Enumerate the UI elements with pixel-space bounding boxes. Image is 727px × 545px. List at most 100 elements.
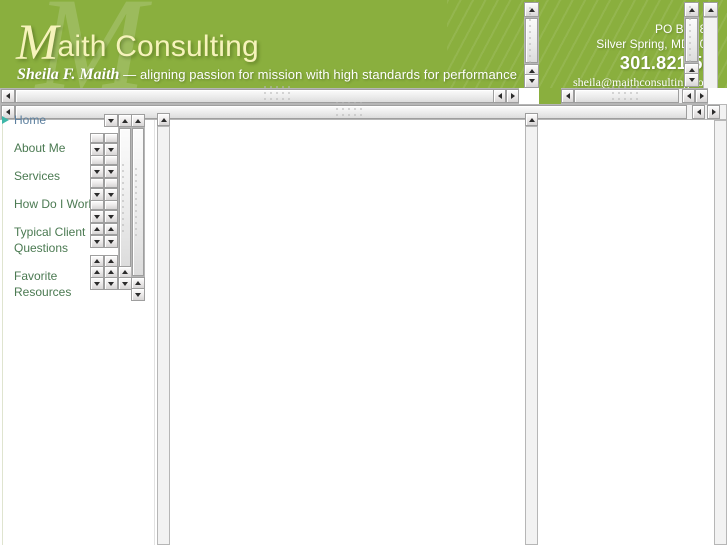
scroll-track-banner-3[interactable] [703,17,718,89]
scroll-track-main-center[interactable] [525,126,538,545]
scroll-thumb-c[interactable] [119,128,131,268]
scroll-thumb-horizontal-top-1[interactable] [15,86,543,106]
scroll-track-d[interactable] [131,127,145,277]
chevron-down-icon [108,214,114,219]
chevron-down-icon [94,147,100,152]
chevron-up-icon [160,117,167,122]
chevron-left-icon [6,93,10,99]
scroll-up-button-banner-5[interactable] [703,2,718,17]
scroll-spacer-button-a4[interactable] [90,200,104,210]
grip-dots-icon [120,162,130,234]
scroll-up-button-b6[interactable] [104,223,118,235]
chevron-up-icon [108,259,114,263]
scroll-down-button-a5[interactable] [90,235,104,248]
chevron-up-icon [108,227,114,231]
scroll-left-button-top-3[interactable] [561,89,574,103]
scroll-up-button-main-left[interactable] [157,113,170,126]
scroll-up-button-main-center[interactable] [525,113,538,126]
scroll-down-button-b3[interactable] [104,165,118,178]
chevron-up-icon [94,259,100,263]
chevron-up-icon [122,118,128,123]
sidebar-item-label: About Me [14,141,66,155]
sidebar-item-label: Typical Client Questions [14,225,86,255]
chevron-up-icon [528,117,535,122]
scroll-track-banner-2[interactable] [684,6,699,74]
chevron-down-icon [94,169,100,174]
scroll-down-button-b5[interactable] [104,210,118,223]
scroll-down-button-b6[interactable] [104,235,118,248]
sidebar-column-divider [154,120,155,545]
chevron-down-icon [135,292,141,297]
scroll-right-button-top-1[interactable] [506,89,519,103]
chevron-down-icon [528,79,535,83]
scroll-down-button-b1[interactable] [104,114,118,127]
scroll-spacer-button-a3[interactable] [90,178,104,188]
scroll-gap-filler-1 [519,88,539,104]
triangle-bullet-icon [2,116,9,124]
grip-dots-icon [133,166,143,238]
chevron-down-icon [688,78,695,82]
scroll-gap-filler-green [539,88,561,104]
scroll-left-button-top-1[interactable] [1,89,15,103]
scroll-down-button-banner-1[interactable] [524,74,539,88]
scroll-right-button-bottom-2[interactable] [707,105,720,119]
scroll-gap-filler-2 [708,88,727,104]
scroll-down-button-c1[interactable] [118,277,132,290]
chevron-right-icon [510,93,515,99]
scroll-down-button-banner-2[interactable] [684,73,699,87]
sidebar-item-typical-client-questions[interactable]: Typical Client Questions [0,224,98,256]
chevron-left-icon [686,93,691,99]
tagline-description: — aligning passion for mission with high… [119,67,518,82]
chevron-up-icon [108,270,114,274]
chevron-down-icon [94,239,100,244]
sidebar-item-label: Favorite Resources [14,269,72,299]
chevron-right-icon [711,109,716,115]
chevron-up-icon [94,270,100,274]
scroll-spacer-button-b4[interactable] [104,200,118,210]
chevron-left-icon [696,109,701,115]
scroll-track-c[interactable] [118,127,132,269]
chevron-up-icon [135,118,141,123]
chevron-left-icon [565,93,570,99]
scroll-down-button-b7[interactable] [104,277,118,290]
scroll-spacer-button-b2[interactable] [104,155,118,165]
sidebar-item-label: Services [14,169,61,183]
scroll-up-button-d1[interactable] [131,114,145,127]
sidebar-item-label: Home [14,113,47,127]
chevron-right-icon [699,93,704,99]
scroll-down-button-a2[interactable] [90,165,104,178]
scroll-down-button-a6[interactable] [90,277,104,290]
scroll-track-banner-1[interactable] [524,6,539,75]
scroll-track-main-right[interactable] [714,120,727,545]
scroll-spacer-button-a2[interactable] [90,155,104,165]
chevron-down-icon [108,147,114,152]
logo-wordmark: aith Consulting [57,30,259,63]
chevron-up-icon [528,68,535,73]
chevron-down-icon [94,281,100,286]
scroll-spacer-button-a1[interactable] [90,133,104,143]
scroll-thumb-banner-2[interactable] [685,6,698,74]
scroll-thumb-banner-1[interactable] [525,6,538,75]
scroll-right-button-top-2[interactable] [695,89,708,103]
chevron-up-icon [688,67,695,72]
scroll-left-button-top-2[interactable] [493,89,506,103]
scroll-track-main-left[interactable] [157,126,170,545]
tagline-person-name: Sheila F. Maith [17,66,120,83]
scroll-thumb-horizontal-top-2[interactable] [574,86,679,106]
sidebar-item-favorite-resources[interactable]: Favorite Resources [0,268,92,300]
scroll-spacer-button-b1[interactable] [104,133,118,143]
scroll-down-button-a4[interactable] [90,210,104,223]
chevron-down-icon [108,192,114,197]
scroll-left-button-bottom-2[interactable] [692,105,705,119]
site-logo[interactable]: Maith Consulting [16,14,259,72]
scroll-left-button-top-4[interactable] [682,89,695,103]
scroll-up-button-c1[interactable] [118,114,132,127]
chevron-up-icon [707,7,714,12]
scroll-spacer-button-b3[interactable] [104,178,118,188]
scroll-thumb-d[interactable] [132,128,144,276]
chevron-down-icon [108,281,114,286]
logo-initial-letter: M [16,15,58,71]
scroll-down-button-d1[interactable] [131,288,145,301]
scroll-up-button-a5[interactable] [90,223,104,235]
chevron-up-icon [135,281,141,285]
